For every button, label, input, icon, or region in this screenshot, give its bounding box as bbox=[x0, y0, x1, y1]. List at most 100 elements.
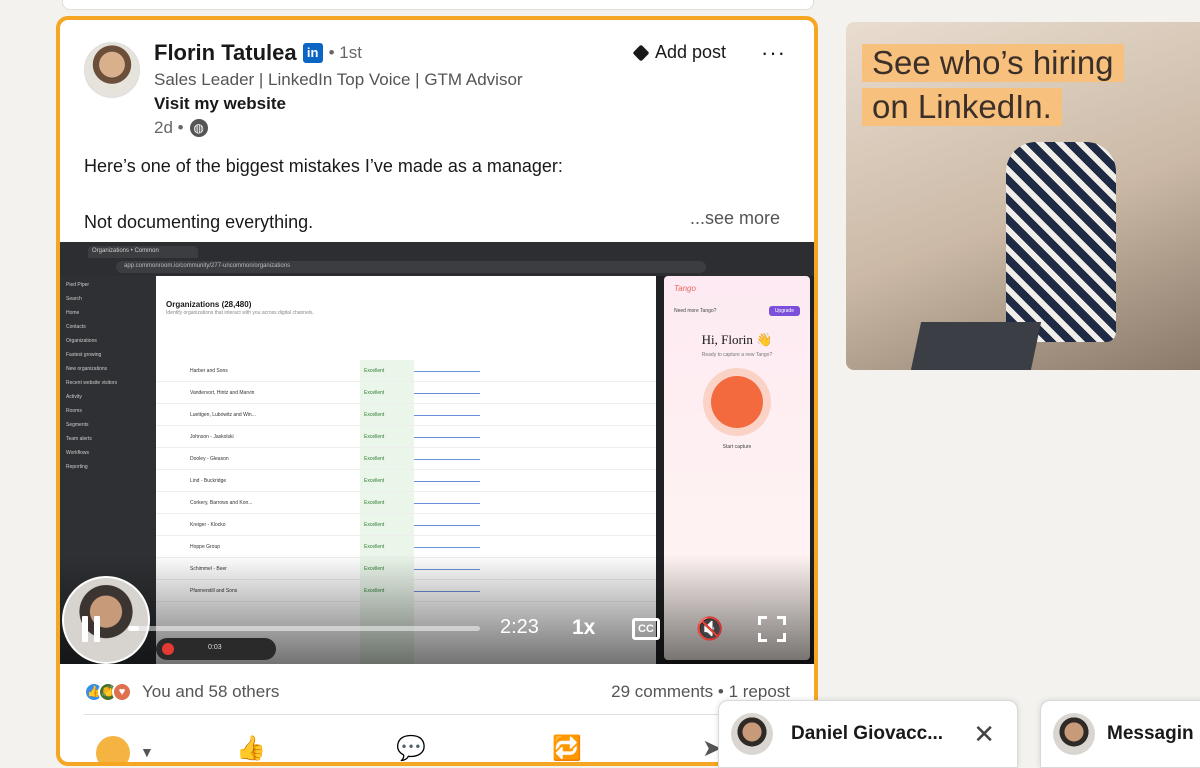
recorded-sidebar-item: Rooms bbox=[66, 408, 82, 414]
recorded-score: Excellent bbox=[364, 522, 385, 528]
video-progress-bar[interactable] bbox=[128, 626, 480, 631]
recorded-browser-bar: Organizations • Common app.commonroom.io… bbox=[60, 242, 814, 276]
muted-speaker-icon[interactable]: 🔇 bbox=[696, 616, 723, 642]
post-text: Here’s one of the biggest mistakes I’ve … bbox=[84, 152, 784, 236]
tango-ready-text: Ready to capture a new Tango? bbox=[701, 352, 773, 358]
hiring-ad[interactable]: See who’s hiring on LinkedIn. bbox=[846, 22, 1200, 370]
captions-button[interactable]: CC bbox=[632, 618, 660, 640]
recorded-score: Excellent bbox=[364, 368, 385, 374]
video-progress-fill bbox=[128, 626, 139, 631]
tango-capture-button bbox=[711, 376, 763, 428]
post-text-line: Not documenting everything. bbox=[84, 212, 314, 232]
close-icon[interactable]: ✕ bbox=[973, 719, 995, 750]
recorded-table-row: Luettgen, Lubowitz and Win... Excellent bbox=[156, 404, 656, 426]
ad-headline-line: on LinkedIn. bbox=[862, 88, 1062, 126]
recorded-org-name: Vandervort, Hintz and Marvin bbox=[190, 390, 255, 396]
chat-bubble-daniel[interactable]: Daniel Giovacc... ✕ bbox=[718, 700, 1018, 768]
recorded-org-name: Johnson - Jaskolski bbox=[190, 434, 234, 440]
recorded-sparkline bbox=[414, 454, 480, 460]
post-time: 2d • bbox=[154, 118, 184, 137]
recorded-sidebar-item: Search bbox=[66, 296, 82, 302]
author-info: Florin Tatulea in • 1st Sales Leader | L… bbox=[154, 40, 523, 138]
recorded-table-row: Johnson - Jaskolski Excellent bbox=[156, 426, 656, 448]
like-icon[interactable]: 👍 bbox=[236, 734, 266, 762]
recorded-sidebar-item: Activity bbox=[66, 394, 82, 400]
recorded-org-name: Dooley - Gleason bbox=[190, 456, 229, 462]
add-post-label: Add post bbox=[654, 42, 726, 62]
recorded-sparkline bbox=[414, 366, 480, 372]
video-time: 2:23 bbox=[500, 616, 539, 638]
reactions-count[interactable]: You and 58 others bbox=[142, 682, 279, 702]
recorded-sparkline bbox=[414, 388, 480, 394]
recorded-sidebar-item: Team alerts bbox=[66, 436, 92, 442]
comment-icon[interactable]: 💬 bbox=[396, 734, 426, 762]
tango-greeting: Hi, Florin 👋 bbox=[701, 332, 773, 347]
connection-degree: • 1st bbox=[328, 43, 362, 62]
recorded-page-title: Organizations (28,480) bbox=[166, 300, 252, 309]
recorded-sidebar-item: Contacts bbox=[66, 324, 86, 330]
repost-icon[interactable]: 🔁 bbox=[552, 734, 582, 762]
playback-speed-button[interactable]: 1x bbox=[572, 616, 595, 640]
recorded-table-row: Kreiger - Klocko Excellent bbox=[156, 514, 656, 536]
recorded-sidebar-item: Organizations bbox=[66, 338, 97, 344]
pause-bar-icon bbox=[82, 616, 88, 642]
recorded-table-row: Vandervort, Hintz and Marvin Excellent bbox=[156, 382, 656, 404]
pause-bar-icon bbox=[94, 616, 100, 642]
feed-post: Florin Tatulea in • 1st Sales Leader | L… bbox=[56, 16, 818, 766]
presenter-camera-bubble bbox=[62, 576, 150, 664]
tango-logo: Tango bbox=[674, 284, 696, 293]
recorded-sidebar-item: Segments bbox=[66, 422, 89, 428]
recorded-score: Excellent bbox=[364, 456, 385, 462]
recorded-sidebar-item: Recent website visitors bbox=[66, 380, 118, 386]
add-post-button[interactable]: Add post bbox=[632, 42, 726, 63]
my-avatar bbox=[1053, 713, 1095, 755]
recorded-workspace: Pied Piper bbox=[66, 282, 90, 288]
author-avatar[interactable] bbox=[84, 42, 140, 98]
author-headline: Sales Leader | LinkedIn Top Voice | GTM … bbox=[154, 70, 523, 89]
author-name[interactable]: Florin Tatulea bbox=[154, 40, 297, 66]
recorded-score: Excellent bbox=[364, 390, 385, 396]
divider bbox=[84, 714, 790, 715]
recorded-score: Excellent bbox=[364, 544, 385, 550]
chat-avatar bbox=[731, 713, 773, 755]
see-more-link[interactable]: ...see more bbox=[690, 208, 780, 229]
video-player[interactable]: Organizations • Common app.commonroom.io… bbox=[60, 242, 814, 664]
globe-icon: ◍ bbox=[189, 119, 208, 137]
more-options-icon[interactable]: ··· bbox=[761, 40, 786, 66]
recorded-table-row: Dooley - Gleason Excellent bbox=[156, 448, 656, 470]
reactor-avatar[interactable] bbox=[96, 736, 130, 762]
recorded-org-name: Harber and Sons bbox=[190, 368, 228, 374]
recorded-org-name: Kreiger - Klocko bbox=[190, 522, 226, 528]
recording-time: 0:03 bbox=[208, 644, 222, 651]
post-actions: ▼ 👍 💬 🔁 ➤ bbox=[84, 728, 790, 762]
linkedin-icon: in bbox=[302, 43, 323, 63]
recorded-table-row: Corkery, Barrows and Kon... Excellent bbox=[156, 492, 656, 514]
recorded-sidebar-item: New organizations bbox=[66, 366, 108, 372]
recorded-sparkline bbox=[414, 432, 480, 438]
ad-laptop-image bbox=[910, 322, 1042, 370]
tango-start-text: Start capture bbox=[722, 444, 752, 450]
recorded-page-subtitle: Identify organizations that interact wit… bbox=[166, 310, 314, 316]
reaction-icons[interactable]: 👍 👏 ♥ bbox=[84, 682, 132, 702]
recorded-table-row: Harber and Sons Excellent bbox=[156, 360, 656, 382]
website-link[interactable]: Visit my website bbox=[154, 94, 523, 114]
recorded-url-bar: app.commonroom.io/community/277-uncommon… bbox=[116, 261, 706, 273]
post-header: Florin Tatulea in • 1st Sales Leader | L… bbox=[84, 40, 794, 140]
record-dot-icon bbox=[162, 643, 174, 655]
recorded-sparkline bbox=[414, 410, 480, 416]
recorded-sparkline bbox=[414, 542, 480, 548]
ad-headline-line: See who’s hiring bbox=[862, 44, 1124, 82]
fullscreen-icon[interactable] bbox=[758, 616, 786, 642]
messaging-panel[interactable]: Messagin bbox=[1040, 700, 1200, 768]
chevron-down-icon[interactable]: ▼ bbox=[140, 744, 154, 760]
diamond-plus-icon bbox=[632, 44, 650, 61]
social-counts: 👍 👏 ♥ You and 58 others 29 comments • 1 … bbox=[84, 680, 790, 704]
recorded-sparkline bbox=[414, 520, 480, 526]
pause-button[interactable] bbox=[82, 616, 104, 642]
tango-upgrade-button: Upgrade bbox=[768, 306, 800, 316]
recorded-sparkline bbox=[414, 476, 480, 482]
recording-toolbar: 0:03 bbox=[156, 638, 276, 660]
recorded-org-name: Luettgen, Lubowitz and Win... bbox=[190, 412, 256, 418]
recorded-sidebar-item: Fastest growing bbox=[66, 352, 102, 358]
comments-reposts-count[interactable]: 29 comments • 1 repost bbox=[611, 682, 790, 702]
